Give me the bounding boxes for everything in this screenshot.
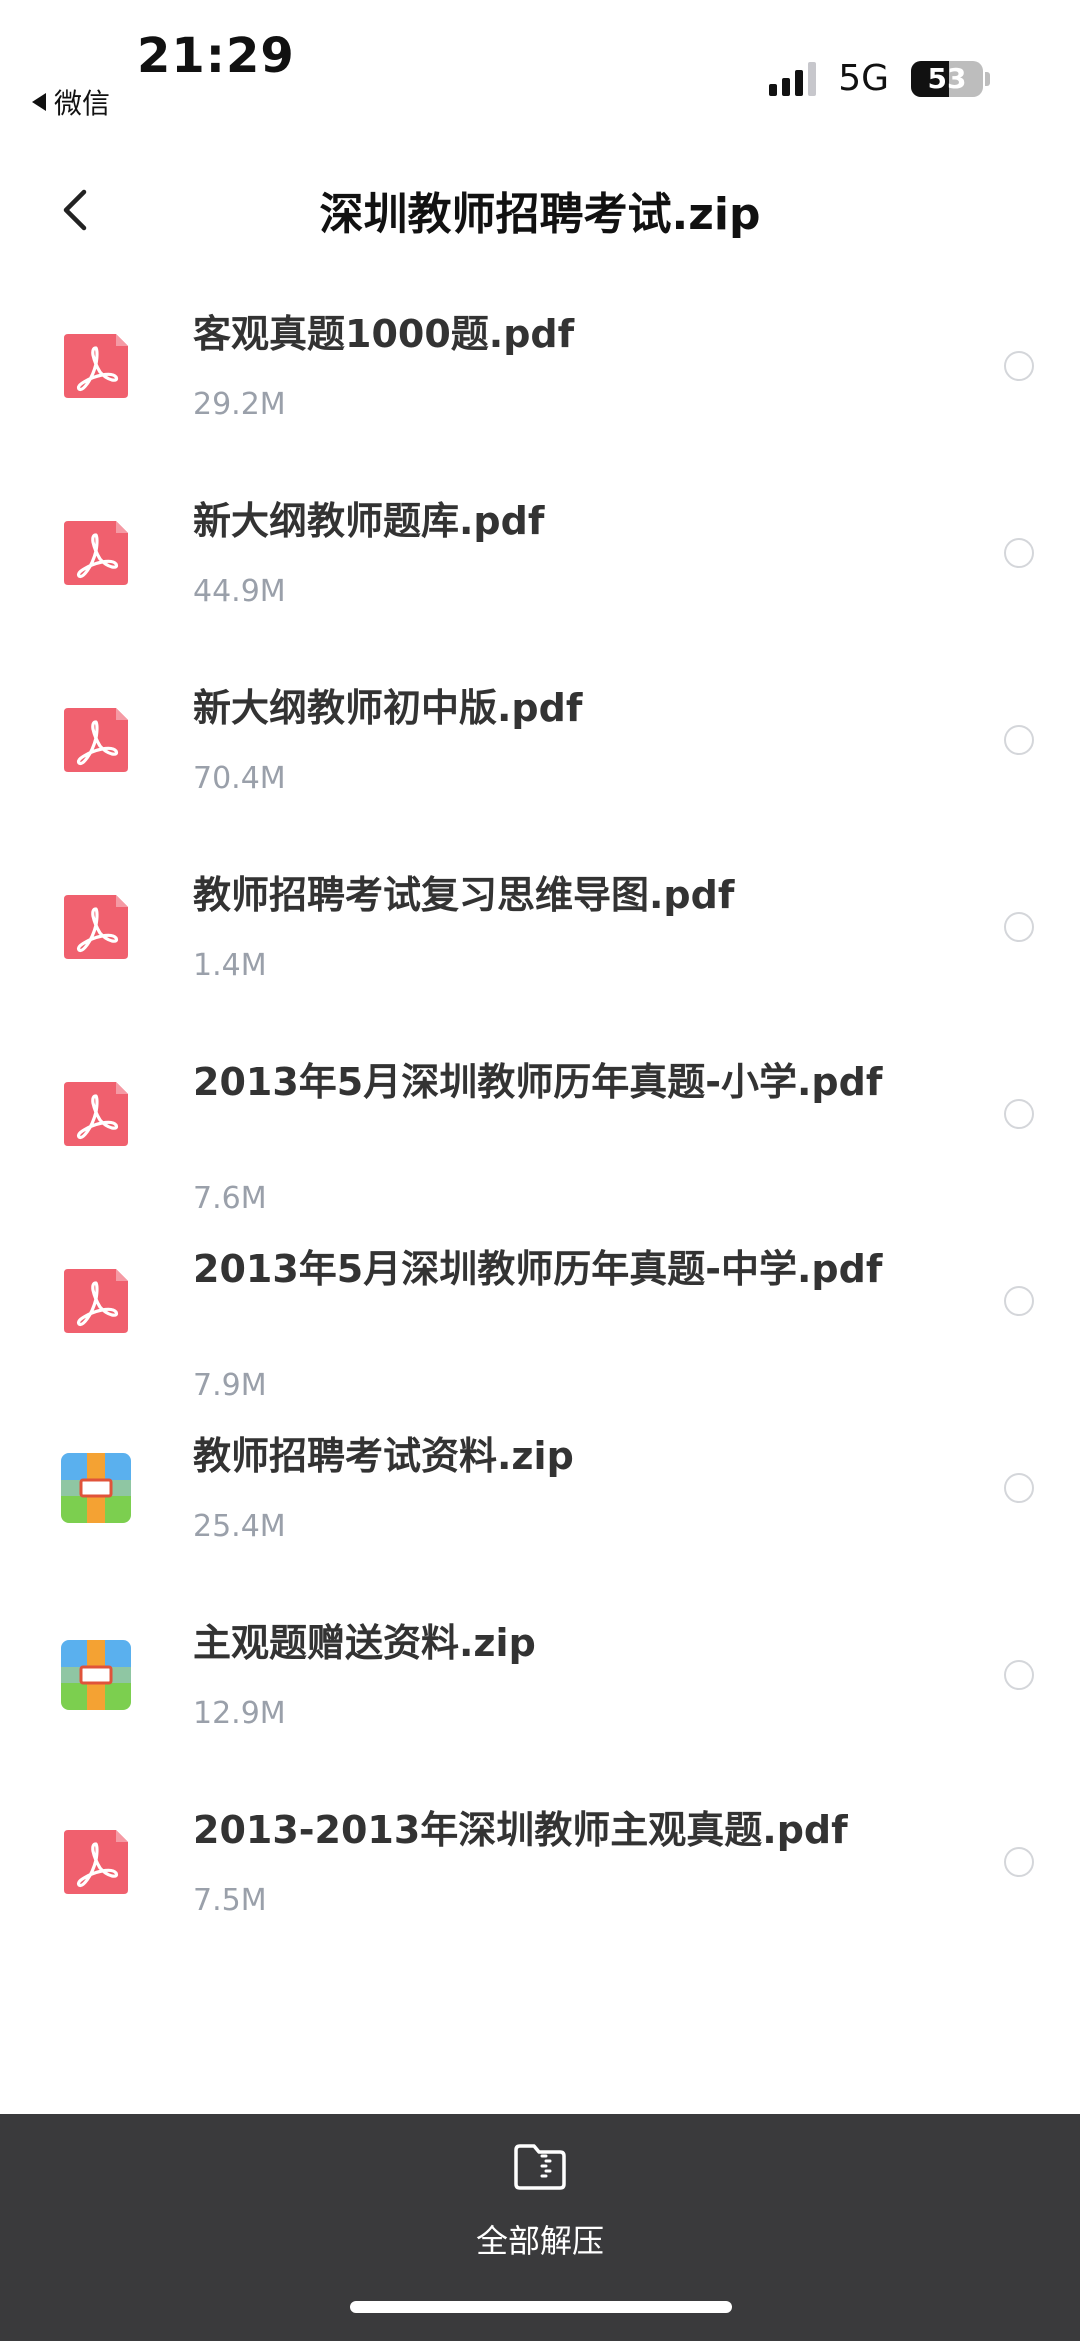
folder-zip-icon (514, 2144, 566, 2190)
file-size: 7.6M (193, 1181, 267, 1216)
signal-icon (769, 61, 817, 96)
status-time: 21:29 (137, 28, 295, 84)
file-size: 44.9M (193, 574, 286, 609)
file-list-item[interactable]: 新大纲教师题库.pdf 44.9M (0, 477, 1080, 664)
file-size: 12.9M (193, 1696, 286, 1731)
file-name: 客观真题1000题.pdf (193, 312, 575, 356)
file-name: 新大纲教师初中版.pdf (193, 686, 583, 730)
file-list-item[interactable]: 新大纲教师初中版.pdf 70.4M (0, 664, 1080, 851)
file-name: 新大纲教师题库.pdf (193, 499, 545, 543)
back-to-app[interactable]: 微信 (32, 82, 110, 122)
select-radio[interactable] (1004, 912, 1034, 942)
file-list-item[interactable]: 教师招聘考试资料.zip 25.4M (0, 1412, 1080, 1599)
pdf-file-icon (64, 521, 128, 585)
file-list-item[interactable]: 主观题赠送资料.zip 12.9M (0, 1599, 1080, 1786)
file-name: 2013年5月深圳教师历年真题-小学.pdf (193, 1060, 883, 1104)
file-name: 主观题赠送资料.zip (193, 1621, 536, 1665)
select-radio[interactable] (1004, 725, 1034, 755)
pdf-file-icon (64, 895, 128, 959)
page-title: 深圳教师招聘考试.zip (319, 189, 761, 240)
status-indicators: 5G 53 (769, 58, 990, 99)
back-app-label: 微信 (54, 87, 111, 120)
pdf-file-icon (64, 1269, 128, 1333)
zip-archive-icon (61, 1453, 131, 1523)
nav-bar: 深圳教师招聘考试.zip (0, 150, 1080, 270)
file-size: 7.9M (193, 1368, 267, 1403)
file-list-item[interactable]: 客观真题1000题.pdf 29.2M (0, 290, 1080, 477)
pdf-file-icon (64, 708, 128, 772)
file-list-item[interactable]: 教师招聘考试复习思维导图.pdf 1.4M (0, 851, 1080, 1038)
select-radio[interactable] (1004, 1099, 1034, 1129)
app-root: 21:29 微信 5G 53 深圳教师招聘考试.zip 客观真题1000题.pd… (0, 0, 1080, 2341)
extract-all-label: 全部解压 (475, 2222, 604, 2260)
file-size: 29.2M (193, 387, 286, 422)
select-radio[interactable] (1004, 351, 1034, 381)
pdf-file-icon (64, 1082, 128, 1146)
status-bar: 21:29 微信 5G 53 (0, 0, 1080, 140)
file-name: 2013-2013年深圳教师主观真题.pdf (193, 1808, 848, 1852)
file-list-item[interactable]: 2013年5月深圳教师历年真题-中学.pdf 7.9M (0, 1225, 1080, 1412)
home-indicator[interactable] (350, 2301, 732, 2313)
file-size: 25.4M (193, 1509, 286, 1544)
select-radio[interactable] (1004, 1847, 1034, 1877)
battery-icon: 53 (911, 60, 983, 97)
file-size: 1.4M (193, 948, 267, 983)
pdf-file-icon (64, 334, 128, 398)
extract-all-button[interactable]: 全部解压 (440, 2134, 640, 2260)
file-name: 2013年5月深圳教师历年真题-中学.pdf (193, 1247, 883, 1291)
file-name: 教师招聘考试复习思维导图.pdf (193, 873, 735, 917)
back-triangle-icon (32, 93, 46, 111)
file-list-item[interactable]: 2013-2013年深圳教师主观真题.pdf 7.5M (0, 1786, 1080, 1973)
select-radio[interactable] (1004, 1660, 1034, 1690)
select-radio[interactable] (1004, 1473, 1034, 1503)
file-list-item[interactable]: 2013年5月深圳教师历年真题-小学.pdf 7.6M (0, 1038, 1080, 1225)
pdf-file-icon (64, 1830, 128, 1894)
network-label: 5G (838, 58, 889, 99)
select-radio[interactable] (1004, 1286, 1034, 1316)
file-size: 70.4M (193, 761, 286, 796)
file-name: 教师招聘考试资料.zip (193, 1434, 574, 1478)
battery-cap (985, 71, 990, 86)
file-size: 7.5M (193, 1883, 267, 1918)
select-radio[interactable] (1004, 538, 1034, 568)
zip-archive-icon (61, 1640, 131, 1710)
battery-percent: 53 (927, 62, 967, 95)
